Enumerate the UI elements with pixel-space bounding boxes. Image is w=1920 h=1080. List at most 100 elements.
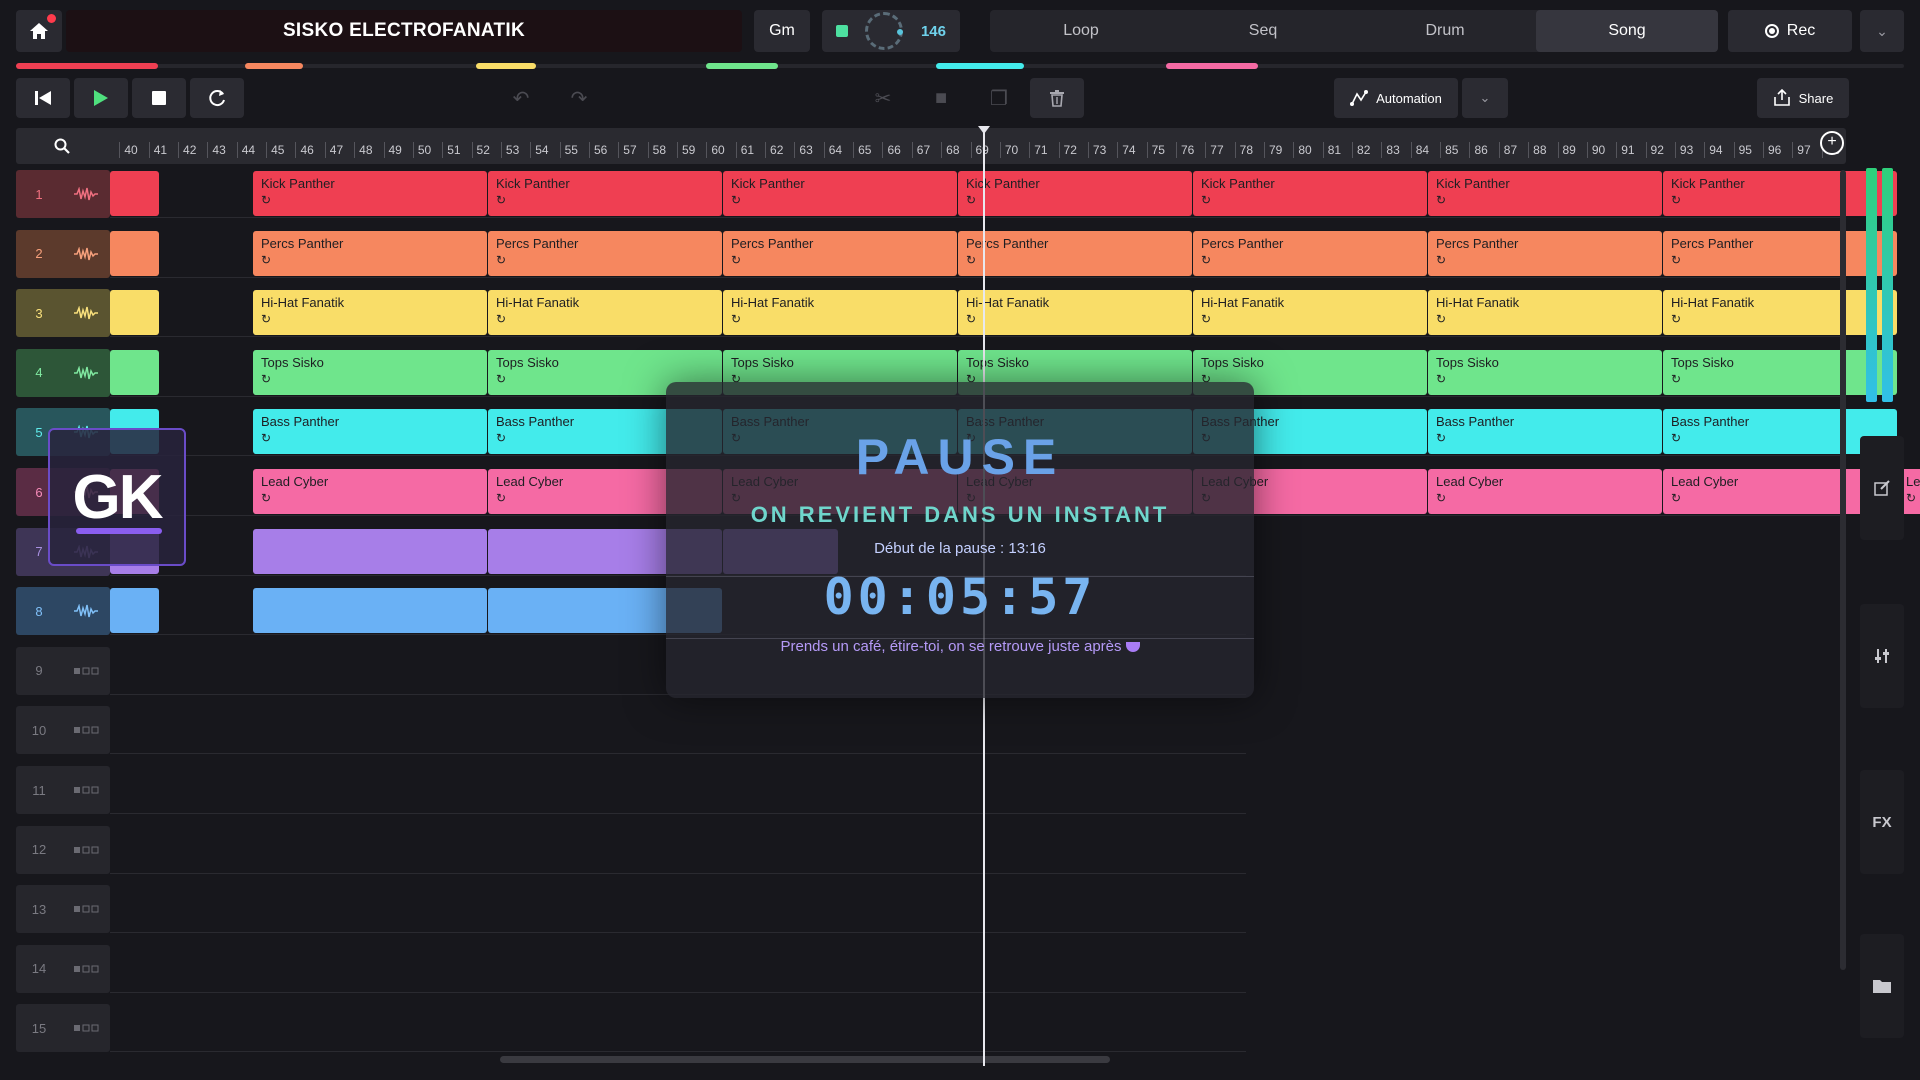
ruler-bar-number[interactable]: 89 xyxy=(1557,142,1576,158)
clip[interactable] xyxy=(110,230,159,276)
ruler-bar-number[interactable]: 65 xyxy=(853,142,871,158)
menu-dropdown-button[interactable]: ⌄ xyxy=(1860,10,1904,52)
ruler-bar-number[interactable]: 62 xyxy=(765,142,783,158)
clip[interactable]: Kick Panther ↻ xyxy=(1428,171,1662,216)
tab-drum[interactable]: Drum xyxy=(1354,10,1536,52)
ruler-bar-number[interactable]: 48 xyxy=(354,142,373,158)
track-header[interactable]: 8 xyxy=(16,587,110,636)
ruler-bar-number[interactable]: 66 xyxy=(882,142,901,158)
ruler-bars[interactable]: 3940414243444546474849505152535455565758… xyxy=(108,128,1846,164)
ruler-bar-number[interactable]: 43 xyxy=(207,142,226,158)
clip[interactable]: Hi-Hat Fanatik ↻ xyxy=(253,290,487,336)
clip[interactable]: Hi-Hat Fanatik ↻ xyxy=(1193,290,1427,336)
clip[interactable]: Hi-Hat Fanatik ↻ xyxy=(488,290,722,336)
clip[interactable]: Bass Panther↻ xyxy=(253,409,487,455)
ruler-bar-number[interactable]: 90 xyxy=(1586,142,1605,158)
ruler-bar-number[interactable]: 61 xyxy=(735,142,754,158)
fx-panel-button[interactable]: FX xyxy=(1860,770,1904,874)
clip[interactable]: Kick Panther ↻ xyxy=(488,171,722,216)
ruler-bar-number[interactable]: 71 xyxy=(1029,142,1048,158)
clip[interactable]: Percs Panther ↻ xyxy=(1193,230,1427,276)
ruler-bar-number[interactable]: 67 xyxy=(911,142,930,158)
zoom-button[interactable]: + xyxy=(1820,131,1844,155)
ruler-bar-number[interactable]: 75 xyxy=(1146,142,1165,158)
track-header[interactable]: 4 xyxy=(16,348,110,397)
clip[interactable] xyxy=(110,290,159,336)
clip[interactable]: Percs Panther ↻ xyxy=(1663,230,1897,276)
track-header[interactable]: 1 xyxy=(16,170,110,218)
ruler-bar-number[interactable]: 88 xyxy=(1528,142,1547,158)
clip[interactable]: Tops Sisko ↻ xyxy=(1663,349,1897,395)
browser-panel-button[interactable] xyxy=(1860,934,1904,1038)
clip[interactable]: Percs Panther ↻ xyxy=(253,230,487,276)
track-header[interactable]: 2 xyxy=(16,229,110,278)
track-header[interactable]: 12 xyxy=(16,825,110,874)
ruler-bar-number[interactable]: 87 xyxy=(1498,142,1517,158)
ruler-bar-number[interactable]: 44 xyxy=(236,142,255,158)
clip[interactable]: Kick Panther ↻ xyxy=(1193,171,1427,216)
ruler-bar-number[interactable]: 40 xyxy=(119,142,138,158)
ruler-bar-number[interactable]: 69 xyxy=(970,142,989,158)
ruler-bar-number[interactable]: 80 xyxy=(1293,142,1312,158)
ruler-bar-number[interactable]: 95 xyxy=(1733,142,1752,158)
ruler-bar-number[interactable]: 83 xyxy=(1381,142,1400,158)
tab-seq[interactable]: Seq xyxy=(1172,10,1354,52)
select-button[interactable]: ■ xyxy=(914,78,968,118)
ruler-bar-number[interactable]: 54 xyxy=(530,142,549,158)
clip[interactable] xyxy=(110,171,159,216)
ruler-bar-number[interactable]: 56 xyxy=(588,142,607,158)
clip[interactable]: Percs Panther ↻ xyxy=(723,230,957,276)
ruler-bar-number[interactable]: 53 xyxy=(500,142,519,158)
key-selector[interactable]: Gm xyxy=(754,10,810,52)
clip[interactable]: Tops Sisko ↻ xyxy=(1428,349,1662,395)
ruler-bar-number[interactable]: 52 xyxy=(471,142,490,158)
clip[interactable]: Hi-Hat Fanatik ↻ xyxy=(958,290,1192,336)
track-header[interactable]: 9 xyxy=(16,646,110,695)
mixer-panel-button[interactable] xyxy=(1860,604,1904,708)
track-header[interactable]: 10 xyxy=(16,706,110,755)
clip[interactable]: Kick Panther ↻ xyxy=(253,171,487,216)
tempo-value[interactable]: 146 xyxy=(921,23,946,40)
track-lane[interactable] xyxy=(110,706,1246,755)
tab-song[interactable]: Song xyxy=(1536,10,1718,52)
clip[interactable]: Percs Panther ↻ xyxy=(958,230,1192,276)
ruler-bar-number[interactable]: 59 xyxy=(677,142,695,158)
ruler-bar-number[interactable]: 82 xyxy=(1352,142,1370,158)
clip[interactable] xyxy=(253,588,487,634)
clip[interactable]: Kick Panther ↻ xyxy=(723,171,957,216)
track-lane[interactable] xyxy=(110,885,1246,934)
ruler-bar-number[interactable]: 73 xyxy=(1087,142,1106,158)
track-lane[interactable] xyxy=(110,766,1246,814)
clip[interactable] xyxy=(253,528,487,574)
ruler-bar-number[interactable]: 57 xyxy=(618,142,637,158)
clip[interactable]: Kick Panther ↻ xyxy=(1663,171,1897,216)
tempo-knob-icon[interactable] xyxy=(865,12,904,50)
duplicate-button[interactable]: ❐ xyxy=(972,78,1026,118)
ruler-bar-number[interactable]: 70 xyxy=(999,142,1018,158)
ruler-bar-number[interactable]: 45 xyxy=(266,142,284,158)
ruler-bar-number[interactable]: 42 xyxy=(178,142,196,158)
ruler-bar-number[interactable]: 46 xyxy=(295,142,314,158)
play-button[interactable] xyxy=(74,78,128,118)
track-lane[interactable] xyxy=(110,826,1246,874)
track-lane[interactable]: Kick Panther ↻ Kick Panther ↻ Kick Panther ↻ K… xyxy=(110,170,1897,218)
clip[interactable]: Percs Panther ↻ xyxy=(1428,230,1662,276)
ruler-bar-number[interactable]: 47 xyxy=(324,142,343,158)
clip[interactable]: Hi-Hat Fanatik ↻ xyxy=(1663,290,1897,336)
tab-loop[interactable]: Loop xyxy=(990,10,1172,52)
track-header[interactable]: 11 xyxy=(16,766,110,814)
track-lane[interactable]: Percs Panther ↻ Percs Panther ↻ Percs Panthe… xyxy=(110,230,1897,278)
ruler-bar-number[interactable]: 60 xyxy=(706,142,725,158)
clip[interactable] xyxy=(110,588,159,634)
tempo-control[interactable]: 146 xyxy=(822,10,960,52)
track-lane[interactable] xyxy=(110,1004,1246,1053)
ruler-bar-number[interactable]: 81 xyxy=(1322,142,1341,158)
metronome-indicator[interactable] xyxy=(836,25,848,37)
clip[interactable] xyxy=(110,349,159,395)
skip-to-start-button[interactable] xyxy=(16,78,70,118)
automation-button[interactable]: Automation xyxy=(1334,78,1458,118)
ruler-bar-number[interactable]: 94 xyxy=(1704,142,1723,158)
ruler-bar-number[interactable]: 51 xyxy=(442,142,461,158)
loop-toggle-button[interactable] xyxy=(190,78,244,118)
share-button[interactable]: Share xyxy=(1757,78,1849,118)
